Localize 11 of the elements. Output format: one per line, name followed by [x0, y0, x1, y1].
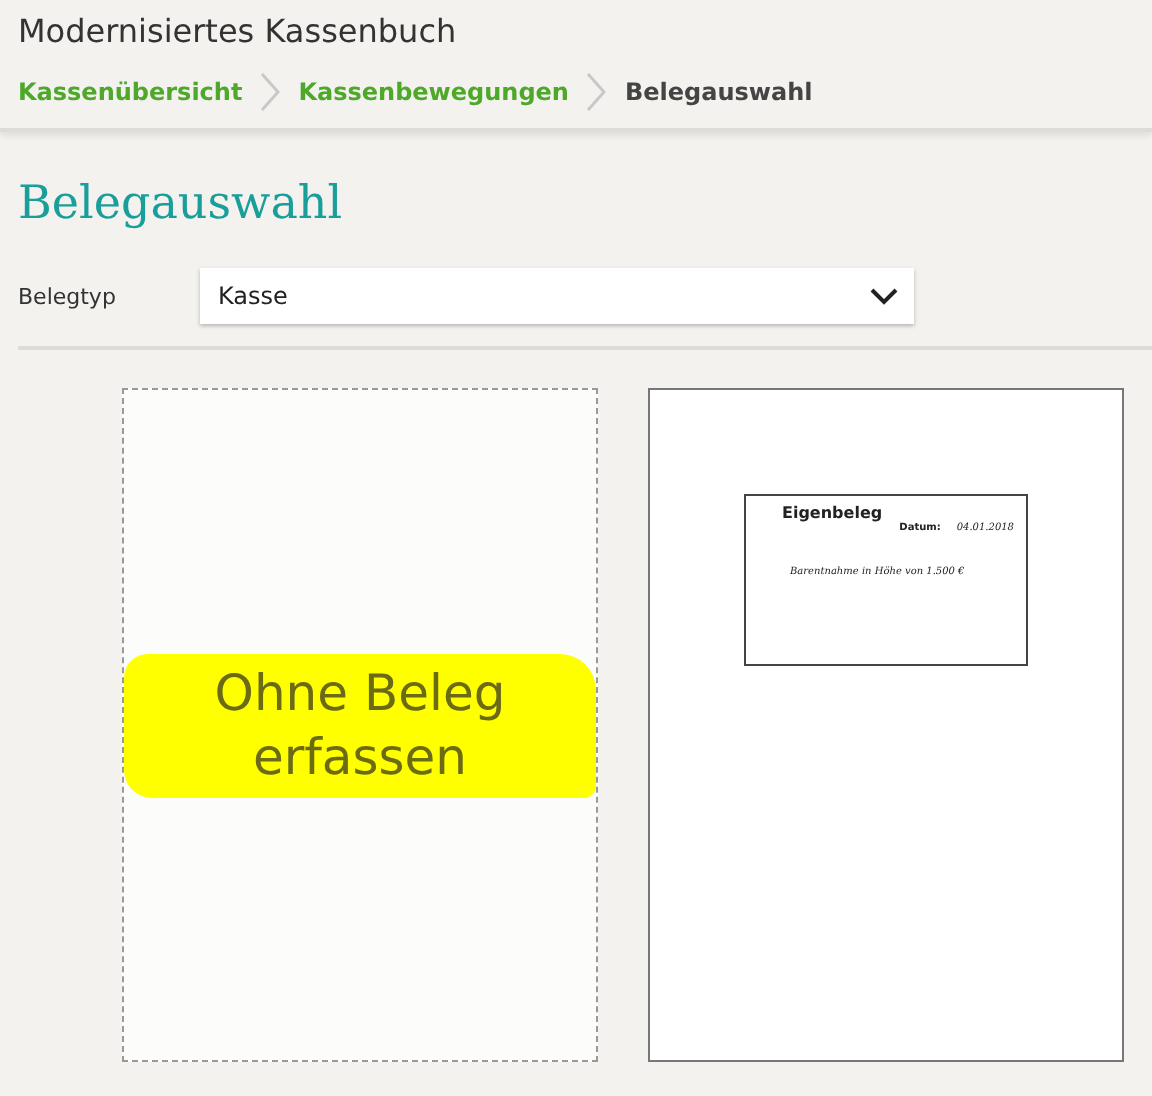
- chevron-icon: [260, 72, 281, 112]
- field-label: Belegtyp: [18, 283, 118, 309]
- chevron-icon: [586, 72, 607, 112]
- app-title: Modernisiertes Kassenbuch: [18, 10, 459, 54]
- chevron-down-icon: [870, 287, 898, 305]
- page-heading: Belegauswahl: [18, 178, 345, 234]
- breadcrumb-link[interactable]: Belegauswahl: [624, 78, 813, 106]
- receipt-title: Eigenbeleg: [780, 504, 885, 522]
- belegtyp-dropdown[interactable]: Kasse: [200, 268, 914, 324]
- card-label: Ohne Beleg erfassen: [124, 653, 596, 797]
- no-receipt-card[interactable]: Ohne Beleg erfassen: [122, 388, 598, 1062]
